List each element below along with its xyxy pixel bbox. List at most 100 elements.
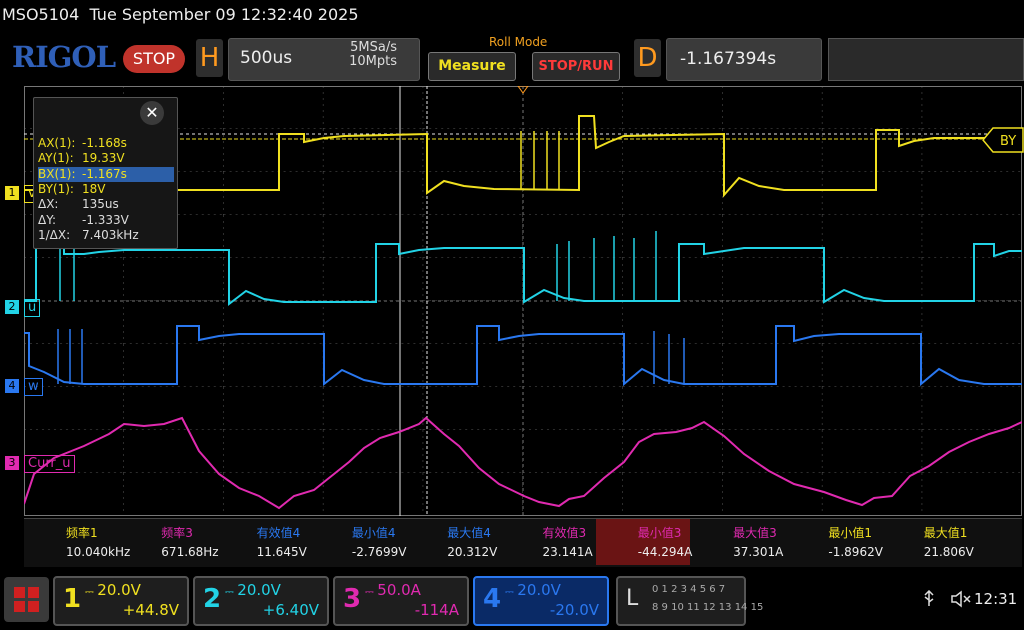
channel-4-settings[interactable]: 4 ⎓ 20.0V -20.0V: [473, 576, 609, 626]
measurement-value: 11.645V: [256, 545, 307, 559]
sample-rate: 5MSa/s: [350, 40, 397, 55]
cursor-row-key: ΔX:: [38, 197, 59, 212]
measurement-label: 最大值1: [923, 526, 968, 540]
channel-offset: +6.40V: [262, 601, 319, 619]
run-state-badge[interactable]: STOP: [123, 45, 185, 73]
measurement-value: 671.68Hz: [161, 545, 219, 559]
cursor-row-value: -1.168s: [82, 136, 127, 150]
cursor-row-key: BY(1):: [38, 181, 74, 196]
channel-scale: 50.0A: [377, 581, 421, 599]
cursor-row[interactable]: ΔX: 135us: [38, 197, 174, 212]
cursor-row-value: 18V: [82, 181, 106, 196]
channel-number: 4: [483, 584, 502, 614]
delay-value: -1.167394s: [680, 49, 777, 69]
cursor-row[interactable]: BX(1): -1.167s: [38, 166, 174, 182]
by-cursor-marker[interactable]: BY: [982, 126, 1024, 154]
measurement-label: 最大值4: [447, 526, 491, 540]
cursor-row-key: 1/ΔX:: [38, 227, 71, 242]
close-icon[interactable]: ✕: [140, 101, 164, 125]
measurement-label: 最小值3: [637, 526, 682, 540]
ch1-number-tag[interactable]: 1: [5, 186, 19, 200]
logic-letter: L: [626, 586, 639, 611]
cursor-row-key: AY(1):: [38, 151, 74, 166]
measurement-item[interactable]: 频率3 671.68Hz: [119, 519, 218, 565]
cursor-row-value: 135us: [82, 197, 119, 212]
channel-scale: 20.0V: [97, 581, 141, 599]
dc-coupling-icon: ⎓: [225, 585, 238, 598]
ch4-label-tag[interactable]: w: [24, 378, 43, 396]
by-marker-label: BY: [1000, 134, 1016, 149]
timebase-value: 500us: [240, 48, 293, 68]
cursor-row-value: 7.403kHz: [82, 227, 139, 242]
dc-coupling-icon: ⎓: [505, 585, 518, 598]
measurement-value: 20.312V: [447, 545, 498, 559]
cursor-row-value: -1.167s: [82, 166, 127, 181]
channel-1-settings[interactable]: 1 ⎓ 20.0V +44.8V: [53, 576, 189, 626]
measurement-item[interactable]: 最小值3 -44.294A: [595, 519, 693, 565]
main-menu-button[interactable]: [4, 577, 49, 622]
cursor-row[interactable]: 1/ΔX: 7.403kHz: [38, 228, 174, 243]
measurement-label: 频率3: [161, 526, 193, 540]
measurement-value: -1.8962V: [828, 545, 883, 559]
datetime: Tue September 09 12:32:40 2025: [89, 5, 359, 24]
channel-2-settings[interactable]: 2 ⎓ 20.0V +6.40V: [193, 576, 329, 626]
measurement-item[interactable]: 最大值3 37.301A: [691, 519, 785, 565]
cursor-row-key: AX(1):: [38, 136, 76, 150]
measurement-value: 37.301A: [733, 545, 784, 559]
logic-bits-low: 0 1 2 3 4 5 6 7: [652, 584, 726, 595]
status-line: MSO5104 Tue September 09 12:32:40 2025: [2, 5, 359, 24]
measurement-item[interactable]: 最小值1 -1.8962V: [786, 519, 883, 565]
dc-coupling-icon: ⎓: [365, 585, 378, 598]
cursor-row[interactable]: BY(1): 18V: [38, 182, 174, 197]
system-clock: 12:31: [974, 590, 1018, 608]
measurement-label: 有效值4: [256, 526, 301, 540]
channel-3-settings[interactable]: 3 ⎓ 50.0A -114A: [333, 576, 469, 626]
cursor-row-value: -1.333V: [82, 212, 129, 227]
usb-icon: [924, 590, 934, 606]
cursor-row[interactable]: AY(1): 19.33V: [38, 151, 174, 166]
ch4-number-tag[interactable]: 4: [5, 379, 19, 393]
measurement-label: 有效值3: [542, 526, 587, 540]
measurement-item[interactable]: 最小值4 -2.7699V: [310, 519, 407, 565]
ch2-label-tag[interactable]: u: [24, 299, 41, 317]
channel-offset: +44.8V: [122, 601, 179, 619]
channel-scale: 20.0V: [517, 581, 561, 599]
measurement-item[interactable]: 有效值4 11.645V: [215, 519, 309, 565]
delay-menu-button[interactable]: D: [634, 39, 661, 77]
acquisition-info: 5MSa/s 10Mpts: [332, 41, 397, 69]
channel-offset: -20.0V: [549, 601, 599, 619]
measurement-label: 最小值1: [828, 526, 873, 540]
model-name: MSO5104: [2, 5, 80, 24]
roll-mode-label: Roll Mode: [489, 35, 548, 49]
channel-number: 1: [63, 584, 82, 614]
stop-run-button[interactable]: STOP/RUN: [532, 52, 620, 81]
measurement-label: 最大值3: [733, 526, 777, 540]
logic-channel-panel[interactable]: L 0 1 2 3 4 5 6 7 8 9 10 11 12 13 14 15: [616, 576, 763, 626]
channel-number: 2: [203, 584, 222, 614]
measurement-label: 频率1: [66, 526, 98, 540]
measurement-item[interactable]: 最大值4 20.312V: [405, 519, 499, 565]
channel-scale: 20.0V: [237, 581, 281, 599]
measurement-item[interactable]: 有效值3 23.141A: [501, 519, 595, 565]
measurement-item[interactable]: 最大值1 21.806V: [882, 519, 976, 565]
logic-bits-high: 8 9 10 11 12 13 14 15: [652, 602, 764, 613]
measurement-value: -44.294A: [637, 545, 693, 559]
ch3-label-tag[interactable]: Curr_u: [24, 455, 75, 473]
trigger-panel[interactable]: [828, 38, 1024, 81]
channel-offset: -114A: [414, 601, 459, 619]
cursor-row[interactable]: ΔY: -1.333V: [38, 213, 174, 228]
cursor-row-value: 19.33V: [82, 151, 125, 166]
memory-depth: 10Mpts: [349, 54, 397, 69]
cursor-row-key: BX(1):: [38, 166, 76, 181]
measurement-value: 23.141A: [542, 545, 593, 559]
measure-button[interactable]: Measure: [428, 52, 516, 81]
measurement-value: 21.806V: [923, 545, 974, 559]
cursor-row[interactable]: AX(1): -1.168s: [38, 136, 174, 151]
ch3-number-tag[interactable]: 3: [5, 456, 19, 470]
ch2-number-tag[interactable]: 2: [5, 300, 19, 314]
horizontal-menu-button[interactable]: H: [196, 39, 223, 77]
measurement-label: 最小值4: [351, 526, 396, 540]
speaker-muted-icon[interactable]: [950, 590, 972, 608]
measurement-item[interactable]: 频率1 10.040kHz: [24, 519, 130, 565]
grid-menu-icon: [14, 587, 39, 612]
